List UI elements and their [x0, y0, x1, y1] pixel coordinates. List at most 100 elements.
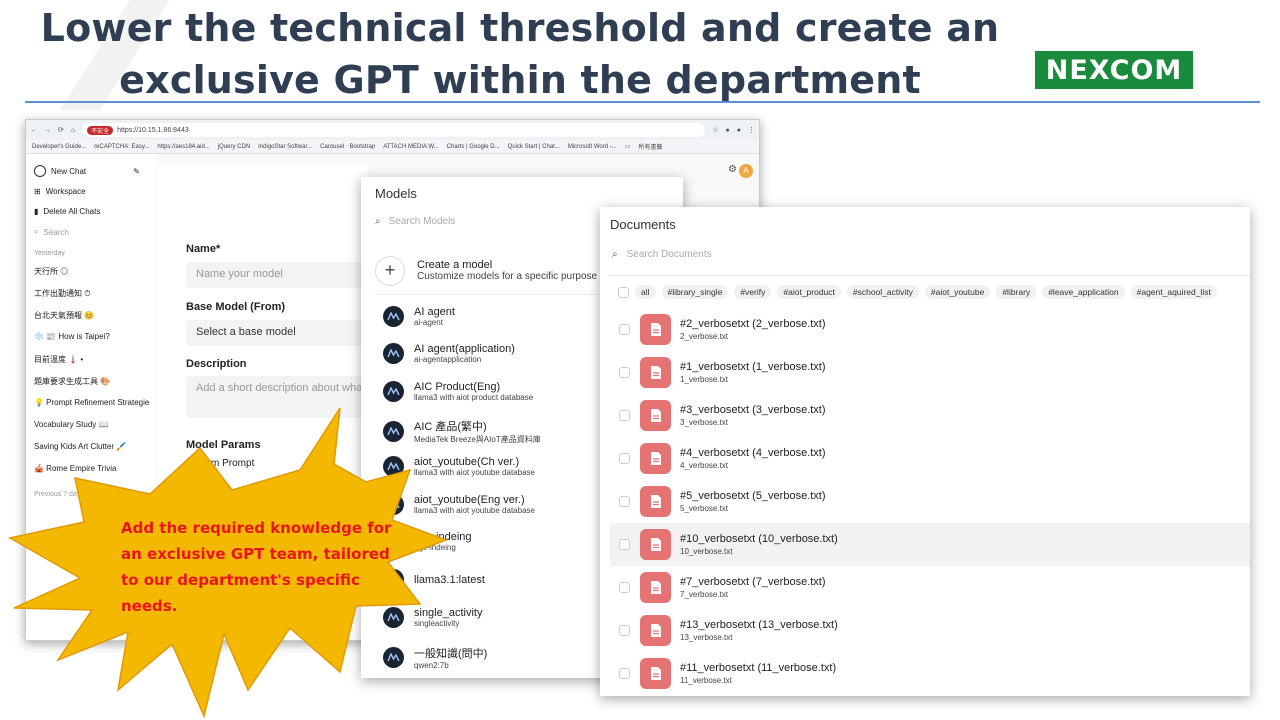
base-model-select[interactable]: Select a base model [186, 320, 371, 346]
star-icon[interactable]: ☆ [712, 126, 718, 134]
search-icon: ⌕ [375, 216, 381, 227]
chat-item[interactable]: 天行所 ◎ [34, 266, 68, 277]
home-icon[interactable]: ⌂ [71, 127, 75, 134]
tag-chip[interactable]: #agent_aquired_list [1130, 285, 1217, 299]
bookmark[interactable]: Quick Start | Chat... [508, 144, 560, 150]
document-row[interactable]: #10_verbosetxt (10_verbose.txt) 10_verbos… [610, 523, 1250, 566]
chat-item[interactable]: 目前溫度 🌡️ • [34, 354, 83, 365]
models-search[interactable]: ⌕ Search Models [375, 216, 455, 227]
address-bar[interactable]: 不安全 https://10.15.1.86:8443 [82, 123, 706, 137]
file-icon [640, 486, 671, 517]
bookmark[interactable]: Microsoft Word -... [568, 144, 617, 150]
create-model-title: Create a model [417, 259, 493, 271]
file-icon [640, 314, 671, 345]
delete-all-label: Delete All Chats [43, 207, 101, 216]
edit-icon[interactable]: ✎ [133, 167, 140, 176]
bookmark[interactable]: Carousel · Bootstrap [320, 144, 375, 150]
plus-icon: + [375, 255, 405, 286]
select-all-checkbox[interactable] [618, 286, 629, 298]
new-chat-label: New Chat [51, 166, 87, 176]
bookmark[interactable]: IndigoStar Softwar... [258, 144, 312, 150]
document-row[interactable]: #4_verbosetxt (4_verbose.txt) 4_verbose.t… [610, 437, 1250, 480]
new-chat-button[interactable]: New Chat ✎ [34, 165, 140, 177]
base-model-label: Base Model (From) [186, 301, 286, 313]
document-row[interactable]: #2_verbosetxt (2_verbose.txt) 2_verbose.t… [610, 308, 1250, 351]
document-checkbox[interactable] [619, 410, 630, 421]
security-badge: 不安全 [87, 125, 114, 135]
document-row[interactable]: #13_verbosetxt (13_verbose.txt) 13_verbos… [610, 609, 1250, 652]
folder-icon: ▭ [624, 144, 631, 150]
document-filename: 10_verbose.txt [680, 547, 733, 556]
tag-chip[interactable]: #library_single [661, 285, 729, 299]
forward-icon[interactable]: → [44, 127, 51, 134]
document-row[interactable]: #5_verbosetxt (5_verbose.txt) 5_verbose.t… [610, 480, 1250, 523]
model-item[interactable]: AI agent ai-agent [383, 306, 455, 327]
document-checkbox[interactable] [619, 496, 630, 507]
nexcom-logo: NEXCOM [1035, 51, 1193, 89]
document-filename: 13_verbose.txt [680, 633, 733, 642]
bookmark[interactable]: https://aes184.aid... [157, 144, 209, 150]
document-checkbox[interactable] [619, 367, 630, 378]
document-name: #13_verbosetxt (13_verbose.txt) [680, 619, 838, 631]
title-line-1: Lower the technical threshold and create… [40, 6, 1000, 50]
chat-item[interactable]: 題庫要求生成工具 🎨 [34, 376, 110, 387]
document-row[interactable]: #1_verbosetxt (1_verbose.txt) 1_verbose.t… [610, 351, 1250, 394]
tag-chip[interactable]: #leave_application [1042, 285, 1125, 299]
chat-item[interactable]: ❄️ 📰 How is Taipei? [34, 332, 110, 341]
document-name: #7_verbosetxt (7_verbose.txt) [680, 576, 826, 588]
menu-icon[interactable]: ⋮ [748, 126, 755, 134]
document-name: #4_verbosetxt (4_verbose.txt) [680, 447, 826, 459]
file-icon [640, 529, 671, 560]
back-icon[interactable]: ← [30, 127, 37, 134]
bookmark[interactable]: jQuery CDN [218, 144, 250, 150]
sidebar-search-placeholder: Search [43, 227, 69, 237]
create-model-desc: Customize models for a specific purpose [417, 271, 598, 282]
bookmark[interactable]: Charts | Google D... [447, 144, 500, 150]
extension-icon[interactable]: ● [737, 127, 741, 134]
section-yesterday: Yesterday [34, 250, 65, 257]
search-icon: ⌕ [34, 227, 39, 236]
tag-chip[interactable]: #verify [734, 285, 772, 299]
tag-chip[interactable]: #aiot_youtube [924, 285, 991, 299]
file-icon [640, 658, 671, 689]
document-name: #10_verbosetxt (10_verbose.txt) [680, 533, 838, 545]
tag-chip[interactable]: #aiot_product [777, 285, 841, 299]
document-checkbox[interactable] [619, 668, 630, 679]
model-name-input[interactable]: Name your model [186, 262, 371, 288]
model-avatar-icon [383, 381, 404, 402]
document-filename: 7_verbose.txt [680, 590, 729, 599]
tag-chip[interactable]: all [635, 285, 656, 299]
bookmark[interactable]: ATTACH MEDIA W... [383, 144, 438, 150]
user-avatar[interactable]: A [739, 164, 753, 178]
document-checkbox[interactable] [619, 324, 630, 335]
settings-icon[interactable]: ⚙ [728, 164, 737, 175]
model-avatar-icon [383, 343, 404, 364]
documents-search[interactable]: ⌕ Search Documents [612, 249, 712, 260]
document-row[interactable]: #3_verbosetxt (3_verbose.txt) 3_verbose.t… [610, 394, 1250, 437]
tag-chip[interactable]: #library [996, 285, 1037, 299]
bookmarks-bar: Developer's Guide... reCAPTCHA: Easy... … [26, 140, 759, 154]
chat-item[interactable]: 台北天氣預報 😊 [34, 310, 94, 321]
document-checkbox[interactable] [619, 453, 630, 464]
file-icon [640, 572, 671, 603]
tag-chip[interactable]: #school_activity [846, 285, 919, 299]
document-row[interactable]: #7_verbosetxt (7_verbose.txt) 7_verbose.t… [610, 566, 1250, 609]
bookmark[interactable]: Developer's Guide... [32, 144, 86, 150]
extension-icon[interactable]: ● [726, 127, 730, 134]
model-item[interactable]: AIC Product(Eng) llama3 with aiot product… [383, 381, 533, 402]
document-checkbox[interactable] [619, 539, 630, 550]
model-item[interactable]: AI agent(application) ai-agentapplication [383, 343, 515, 364]
chat-item[interactable]: 工作出勤通知 ⏱ [34, 288, 90, 299]
description-label: Description [186, 358, 247, 370]
document-row[interactable]: #11_verbosetxt (11_verbose.txt) 11_verbos… [610, 652, 1250, 695]
document-name: #5_verbosetxt (5_verbose.txt) [680, 490, 826, 502]
delete-all-chats-button[interactable]: ▮ Delete All Chats [34, 207, 100, 216]
document-name: #3_verbosetxt (3_verbose.txt) [680, 404, 826, 416]
document-checkbox[interactable] [619, 582, 630, 593]
sidebar-search[interactable]: ⌕ Search [34, 227, 69, 237]
all-bookmarks[interactable]: 所有書籤 [638, 142, 662, 151]
bookmark[interactable]: reCAPTCHA: Easy... [94, 144, 149, 150]
document-checkbox[interactable] [619, 625, 630, 636]
workspace-link[interactable]: ⊞ Workspace [34, 187, 86, 196]
reload-icon[interactable]: ⟳ [58, 126, 64, 134]
